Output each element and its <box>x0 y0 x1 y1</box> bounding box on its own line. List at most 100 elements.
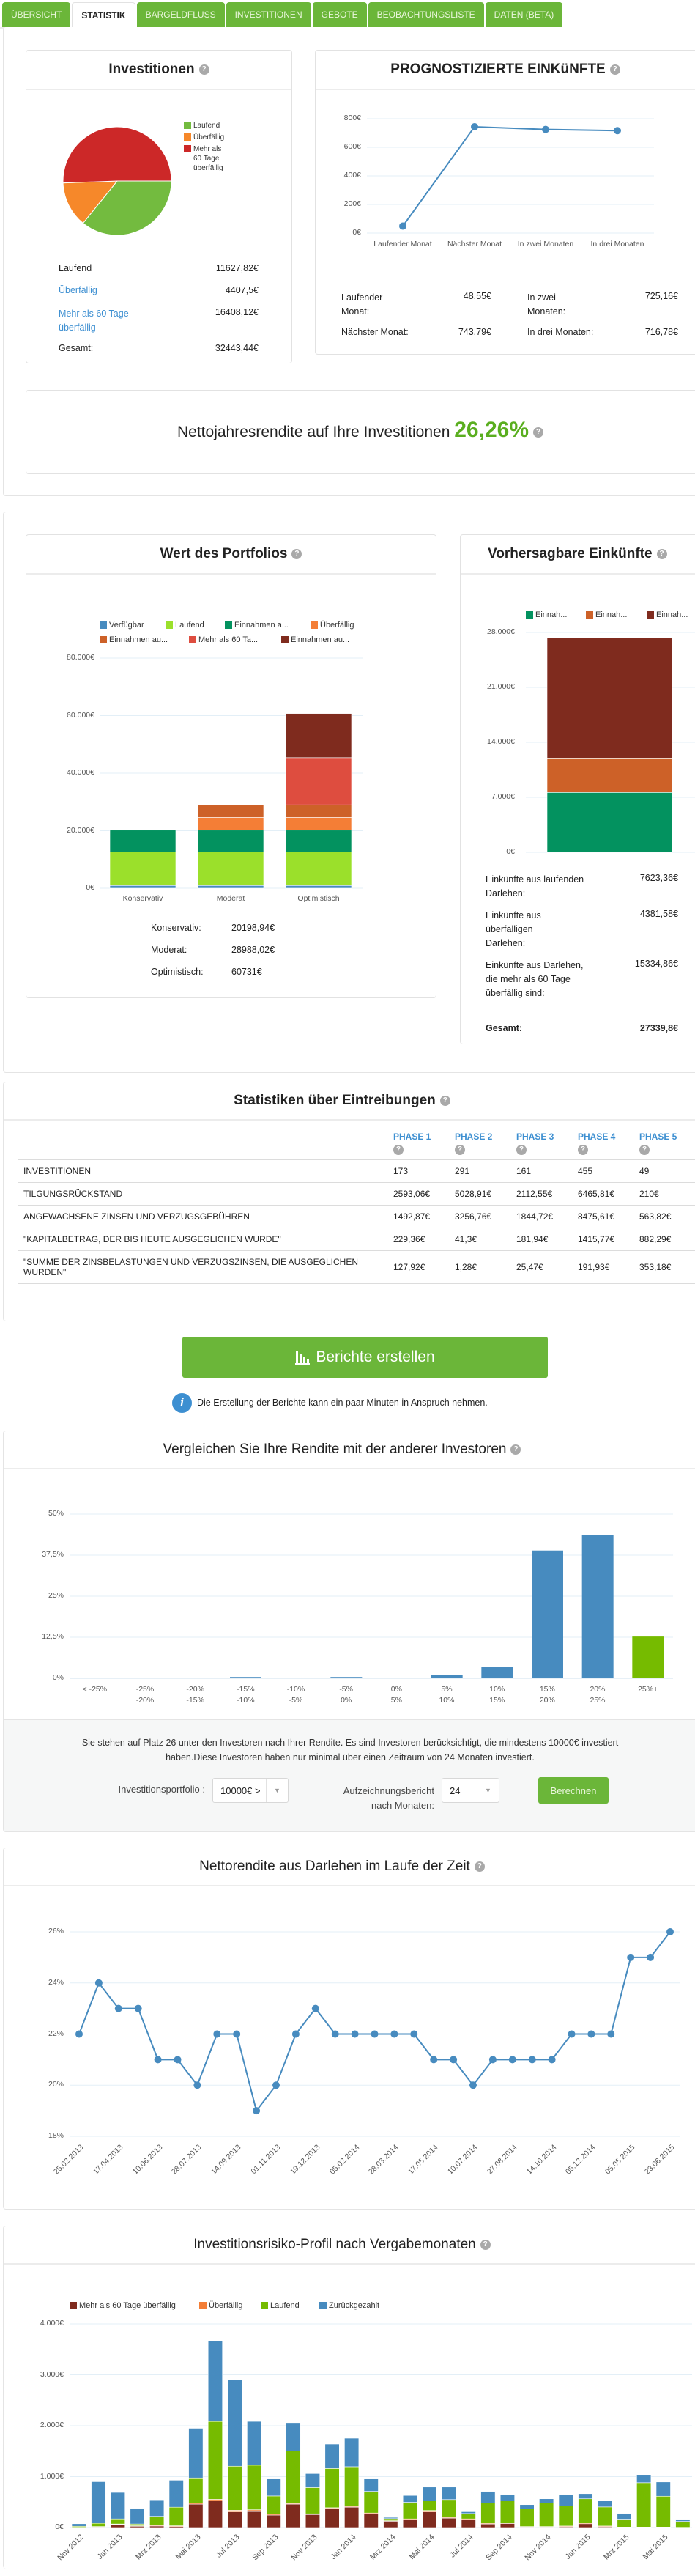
bar-segment <box>305 2487 320 2514</box>
tab-investitionen[interactable]: INVESTITIONEN <box>226 2 311 27</box>
portfolio-header: Wert des Portfolios <box>26 535 436 575</box>
phase-header: PHASE 4 <box>572 1129 633 1160</box>
data-point <box>75 2031 83 2038</box>
help-icon[interactable] <box>291 549 302 559</box>
table-row: Investitionen17329116145549 <box>18 1160 695 1183</box>
help-icon[interactable] <box>475 1861 485 1872</box>
risk-profile-chart: 0€1.000€2.000€3.000€4.000€Mehr als 60 Ta… <box>29 2294 695 2569</box>
help-icon[interactable] <box>393 1145 404 1155</box>
legend-label: Laufend <box>270 2301 300 2310</box>
projected-value-next: 743,79€ <box>433 327 491 337</box>
tab-beobachtungsliste[interactable]: BEOBACHTUNGSLISTE <box>368 2 484 27</box>
bar-segment <box>442 2518 456 2528</box>
x-tick-label-line: -15% <box>220 1684 271 1695</box>
cell-value: 882,29€ <box>633 1228 695 1251</box>
investments-link-overdue[interactable]: Überfällig <box>59 285 97 295</box>
bar-segment <box>228 2466 242 2510</box>
bar-segment <box>286 2451 301 2503</box>
phase-header: PHASE 1 <box>387 1129 449 1160</box>
help-icon[interactable] <box>455 1145 465 1155</box>
calculate-button[interactable]: Berechnen <box>538 1777 609 1804</box>
legend-item: Laufend <box>166 621 204 630</box>
x-tick-label: Moderat <box>194 894 267 904</box>
bar-segment <box>481 2492 496 2503</box>
tab-bargeldfluss[interactable]: BARGELDFLUSS <box>137 2 225 27</box>
cell-value: 127,92€ <box>387 1251 449 1284</box>
tab-übersicht[interactable]: ÜBERSICHT <box>2 2 70 27</box>
legend-swatch <box>261 2302 268 2309</box>
forecast-income-chart: 0€7.000€14.000€21.000€28.000€Einnah...Ei… <box>469 601 695 865</box>
help-icon[interactable] <box>199 64 209 75</box>
portfolio-size-select[interactable]: 10000€ >▼ <box>212 1778 289 1803</box>
bar-segment <box>656 2496 671 2527</box>
help-icon[interactable] <box>440 1096 450 1106</box>
bar-segment <box>198 805 264 817</box>
recovery-title: Statistiken über Eintreibungen <box>234 1093 436 1109</box>
bar-segment <box>111 2519 125 2524</box>
x-tick-label-line: 0% <box>321 1695 371 1706</box>
create-reports-button[interactable]: Berichte erstellen <box>182 1337 548 1378</box>
investments-value-total: 32443,44€ <box>178 343 259 353</box>
help-icon[interactable] <box>639 1145 650 1155</box>
bar-segment <box>286 885 352 888</box>
data-point <box>399 223 406 230</box>
bar-segment <box>579 2499 593 2523</box>
bar-segment <box>110 852 176 886</box>
legend-swatch <box>225 621 232 629</box>
bar-segment <box>384 2521 398 2528</box>
forecast-label-total: Gesamt: <box>486 1023 522 1033</box>
legend-label: Einnahmen au... <box>109 635 168 644</box>
portfolio-size-label: Investitionsportfolio : <box>88 1784 205 1795</box>
tab-gebote[interactable]: GEBOTE <box>313 2 367 27</box>
bar-segment <box>169 2480 184 2507</box>
investments-link-overdue-60[interactable]: Mehr als 60 Tage überfällig <box>59 307 139 335</box>
tab-daten-beta-[interactable]: DATEN (BETA) <box>486 2 563 27</box>
data-point <box>469 2081 477 2089</box>
return-over-time-chart: 18%20%22%24%26%25.02.201317.04.201310.06… <box>29 1913 688 2206</box>
bar-segment <box>247 2465 261 2510</box>
help-icon[interactable] <box>480 2240 491 2250</box>
compare-title: Vergleichen Sie Ihre Rendite mit der and… <box>163 1442 507 1458</box>
data-point <box>292 2031 300 2038</box>
y-tick-label: 600€ <box>319 142 361 152</box>
bar-segment <box>617 2514 632 2520</box>
compare-text-line-1: Sie stehen auf Platz 26 unter den Invest… <box>6 1735 694 1750</box>
bar-segment <box>676 2520 691 2522</box>
bar-segment <box>228 2380 242 2466</box>
help-icon[interactable] <box>610 64 620 75</box>
projected-value-three-months: 716,78€ <box>620 327 678 337</box>
months-select[interactable]: 24▼ <box>442 1778 499 1803</box>
help-icon[interactable] <box>578 1145 588 1155</box>
y-tick-label: 0% <box>22 1673 64 1683</box>
help-icon[interactable] <box>533 427 543 438</box>
x-tick-label: 25%+ <box>622 1684 673 1695</box>
tab-statistik[interactable]: STATISTIK <box>72 2 135 27</box>
bar-segment <box>130 2509 145 2524</box>
data-point <box>135 2005 142 2012</box>
projected-label-two-months: In zwei Monaten: <box>527 291 586 319</box>
cell-value: 49 <box>633 1160 695 1183</box>
x-tick-label-line: 5% <box>371 1695 422 1706</box>
portfolio-label-moderate: Moderat: <box>151 945 187 955</box>
bar-segment <box>325 2468 340 2508</box>
table-row: "Summe der Zinsbelastungen und Verzugszi… <box>18 1251 695 1284</box>
y-tick-label: 40.000€ <box>53 768 94 778</box>
bar-segment <box>481 2524 496 2528</box>
x-tick-label-line: 20% <box>573 1684 623 1695</box>
return-over-time-title: Nettorendite aus Darlehen im Laufe der Z… <box>199 1859 470 1875</box>
portfolio-label-conservative: Konservativ: <box>151 923 201 933</box>
data-point <box>549 2056 556 2063</box>
bar-segment <box>169 2507 184 2525</box>
y-tick-label: 22% <box>22 2029 64 2039</box>
y-tick-label: 20.000€ <box>53 826 94 835</box>
x-tick-label: -15%-10% <box>220 1684 271 1706</box>
help-icon[interactable] <box>516 1145 527 1155</box>
y-tick-label: 3.000€ <box>22 2370 64 2380</box>
x-tick-label-line: -25% <box>120 1684 171 1695</box>
help-icon[interactable] <box>510 1444 521 1455</box>
data-point <box>568 2031 576 2038</box>
phase-label: PHASE 2 <box>455 1132 506 1142</box>
forecast-value-running: 7623,36€ <box>605 873 678 883</box>
y-tick-label: 18% <box>22 2131 64 2141</box>
help-icon[interactable] <box>657 549 667 559</box>
